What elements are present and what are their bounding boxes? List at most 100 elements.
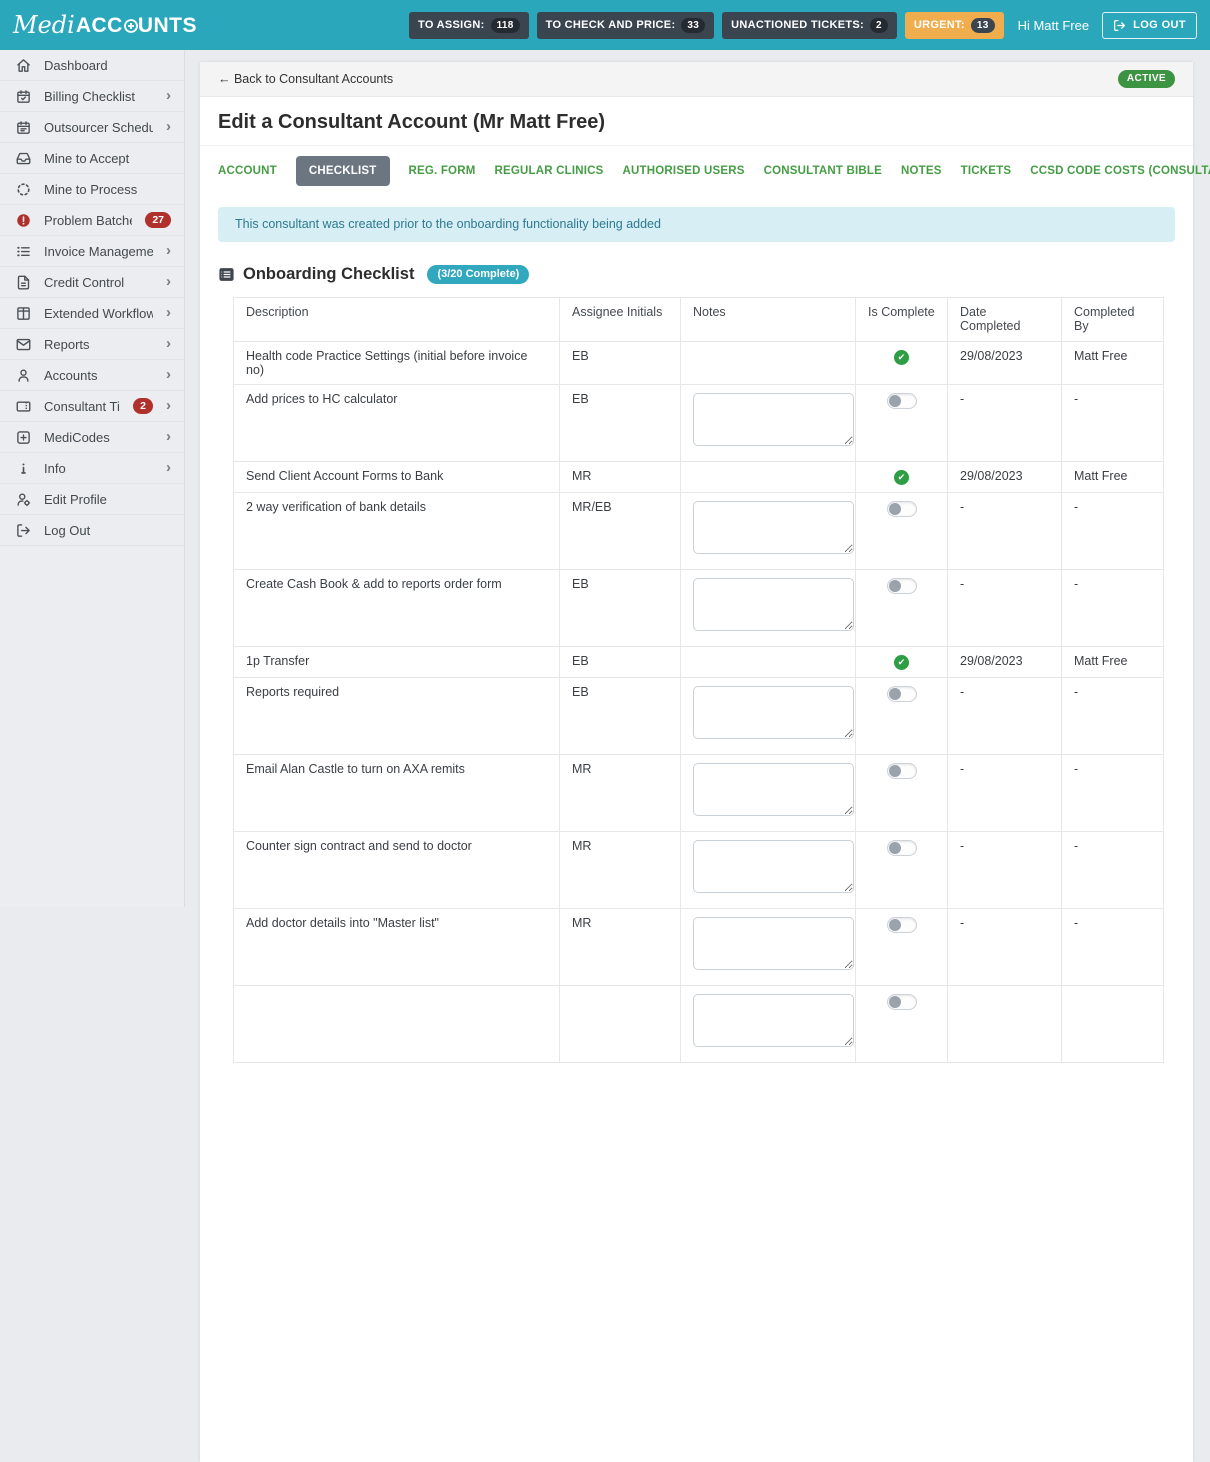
row-assignee-initials: EB <box>560 678 681 755</box>
row-date-completed: - <box>948 570 1062 647</box>
checklist-section-title: Onboarding Checklist <box>243 265 414 284</box>
row-date-completed: 29/08/2023 <box>948 462 1062 493</box>
logout-button[interactable]: LOG OUT <box>1102 12 1197 39</box>
sidebar-item-reports[interactable]: Reports › <box>0 329 184 360</box>
sidebar-item-invoice-management[interactable]: Invoice Management › <box>0 236 184 267</box>
sidebar-item-accounts[interactable]: Accounts › <box>0 360 184 391</box>
row-notes-cell <box>681 986 856 1063</box>
notes-textarea[interactable] <box>693 840 854 893</box>
checklist-table-body: Health code Practice Settings (initial b… <box>234 342 1164 1063</box>
notes-textarea[interactable] <box>693 763 854 816</box>
row-notes-cell <box>681 462 856 493</box>
page-title: Edit a Consultant Account (Mr Matt Free) <box>200 97 1193 146</box>
row-is-complete-cell <box>856 755 948 832</box>
tab-tickets[interactable]: TICKETS <box>961 165 1012 177</box>
is-complete-toggle[interactable] <box>887 501 917 517</box>
chevron-right-icon: › <box>166 367 171 384</box>
row-notes-cell <box>681 493 856 570</box>
tab-checklist[interactable]: CHECKLIST <box>296 156 390 186</box>
is-complete-toggle[interactable] <box>887 393 917 409</box>
back-to-consultant-accounts-link[interactable]: ← Back to Consultant Accounts <box>218 72 393 86</box>
ticket-icon <box>15 398 31 414</box>
sidebar-item-extended-workflow[interactable]: Extended Workflow › <box>0 298 184 329</box>
row-notes-cell <box>681 570 856 647</box>
card-top-strip: ← Back to Consultant Accounts ACTIVE <box>200 62 1193 97</box>
row-assignee-initials: MR <box>560 832 681 909</box>
row-is-complete-cell <box>856 909 948 986</box>
row-notes-cell <box>681 385 856 462</box>
tab-consultant-bible[interactable]: CONSULTANT BIBLE <box>764 165 882 177</box>
notes-textarea[interactable] <box>693 578 854 631</box>
row-description: Send Client Account Forms to Bank <box>234 462 560 493</box>
checklist-list-icon <box>218 266 235 283</box>
is-complete-toggle[interactable] <box>887 763 917 779</box>
chevron-right-icon: › <box>166 274 171 291</box>
tab-reg-form[interactable]: REG. FORM <box>409 165 476 177</box>
sidebar-item-log-out[interactable]: Log Out <box>0 515 184 546</box>
row-is-complete-cell: ✔ <box>856 462 948 493</box>
urgent-button[interactable]: URGENT: 13 <box>905 12 1004 39</box>
user-greeting: Hi Matt Free <box>1018 18 1090 33</box>
is-complete-toggle[interactable] <box>887 917 917 933</box>
notes-textarea[interactable] <box>693 686 854 739</box>
info-alert: This consultant was created prior to the… <box>218 207 1175 242</box>
sidebar-item-billing-checklist[interactable]: Billing Checklist › <box>0 81 184 112</box>
sidebar-item-mine-to-accept[interactable]: Mine to Accept <box>0 143 184 174</box>
row-date-completed: - <box>948 493 1062 570</box>
sidebar-item-credit-control[interactable]: Credit Control › <box>0 267 184 298</box>
tab-ccsd-code-costs[interactable]: CCSD CODE COSTS (CONSULTANT) <box>1030 165 1210 177</box>
header-actions: TO ASSIGN: 118 TO CHECK AND PRICE: 33 UN… <box>409 12 1197 39</box>
row-completed-by: Matt Free <box>1062 462 1164 493</box>
to-check-and-price-button[interactable]: TO CHECK AND PRICE: 33 <box>537 12 715 39</box>
complete-check-icon: ✔ <box>894 470 909 485</box>
checklist-progress-badge: (3/20 Complete) <box>427 265 529 284</box>
is-complete-toggle[interactable] <box>887 578 917 594</box>
main-content: ← Back to Consultant Accounts ACTIVE Edi… <box>185 50 1210 907</box>
row-assignee-initials: MR <box>560 755 681 832</box>
sidebar-item-info[interactable]: Info › <box>0 453 184 484</box>
row-date-completed: - <box>948 678 1062 755</box>
notes-textarea[interactable] <box>693 393 854 446</box>
info-icon <box>15 460 31 476</box>
chevron-right-icon: › <box>166 305 171 322</box>
notes-textarea[interactable] <box>693 501 854 554</box>
notes-textarea[interactable] <box>693 994 854 1047</box>
sidebar-item-problem-batches[interactable]: Problem Batches 27 <box>0 205 184 236</box>
row-is-complete-cell <box>856 385 948 462</box>
sidebar-item-dashboard[interactable]: Dashboard <box>0 50 184 81</box>
row-completed-by: - <box>1062 678 1164 755</box>
tab-account[interactable]: ACCOUNT <box>218 165 277 177</box>
toggle-knob <box>889 395 901 407</box>
sidebar: Dashboard Billing Checklist › Outsourcer… <box>0 50 185 907</box>
row-is-complete-cell: ✔ <box>856 647 948 678</box>
to-assign-button[interactable]: TO ASSIGN: 118 <box>409 12 529 39</box>
tab-notes[interactable]: NOTES <box>901 165 942 177</box>
logo-accounts-text: ACCUNTS <box>76 15 197 36</box>
tab-regular-clinics[interactable]: REGULAR CLINICS <box>494 165 603 177</box>
sidebar-item-consultant-tickets[interactable]: Consultant Tickets 2 › <box>0 391 184 422</box>
problem-batches-count-badge: 27 <box>145 212 171 228</box>
unactioned-tickets-button[interactable]: UNACTIONED TICKETS: 2 <box>722 12 897 39</box>
sidebar-item-medicodes[interactable]: MediCodes › <box>0 422 184 453</box>
row-date-completed: 29/08/2023 <box>948 342 1062 385</box>
row-description: Create Cash Book & add to reports order … <box>234 570 560 647</box>
row-notes-cell <box>681 755 856 832</box>
row-description <box>234 986 560 1063</box>
checklist-row <box>234 986 1164 1063</box>
checklist-table: Description Assignee Initials Notes Is C… <box>233 297 1164 1063</box>
tab-bar: ACCOUNT CHECKLIST REG. FORM REGULAR CLIN… <box>200 146 1193 196</box>
row-assignee-initials: MR <box>560 909 681 986</box>
tab-authorised-users[interactable]: AUTHORISED USERS <box>623 165 745 177</box>
sidebar-item-mine-to-process[interactable]: Mine to Process <box>0 174 184 205</box>
is-complete-toggle[interactable] <box>887 994 917 1010</box>
toggle-knob <box>889 688 901 700</box>
sidebar-item-edit-profile[interactable]: Edit Profile <box>0 484 184 515</box>
row-assignee-initials: EB <box>560 570 681 647</box>
sidebar-item-outsourcer-scheduling[interactable]: Outsourcer Scheduling › <box>0 112 184 143</box>
is-complete-toggle[interactable] <box>887 840 917 856</box>
is-complete-toggle[interactable] <box>887 686 917 702</box>
notes-textarea[interactable] <box>693 917 854 970</box>
row-is-complete-cell <box>856 570 948 647</box>
to-assign-label: TO ASSIGN: <box>418 19 485 31</box>
complete-check-icon: ✔ <box>894 655 909 670</box>
